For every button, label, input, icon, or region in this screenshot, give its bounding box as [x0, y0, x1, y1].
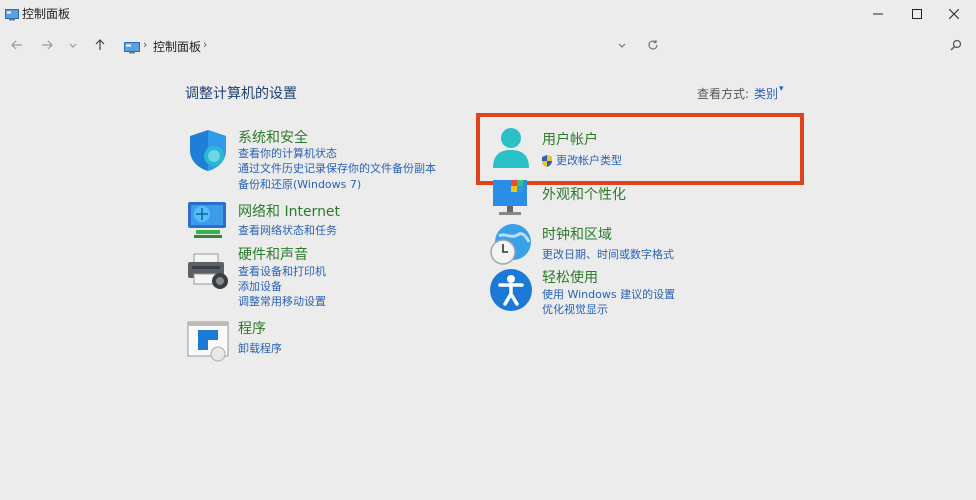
- maximize-icon: [912, 9, 922, 19]
- back-button[interactable]: [8, 36, 26, 54]
- arrow-up-icon: [95, 39, 105, 50]
- category-title-hardware-sound[interactable]: 硬件和声音: [238, 244, 308, 264]
- forward-button[interactable]: [38, 36, 56, 54]
- clock-globe-icon[interactable]: [489, 222, 533, 266]
- refresh-button[interactable]: [644, 36, 662, 54]
- link-mobility-settings[interactable]: 调整常用移动设置: [238, 293, 326, 309]
- category-title-system-security[interactable]: 系统和安全: [238, 127, 308, 147]
- user-icon[interactable]: [489, 126, 533, 170]
- up-button[interactable]: [91, 36, 109, 54]
- network-icon[interactable]: [186, 198, 230, 242]
- breadcrumb-separator[interactable]: ›: [203, 38, 207, 51]
- category-title-clock-region[interactable]: 时钟和区域: [542, 224, 612, 244]
- arrow-right-icon: [42, 40, 53, 50]
- link-devices-printers[interactable]: 查看设备和打印机: [238, 263, 326, 279]
- link-network-status[interactable]: 查看网络状态和任务: [238, 222, 337, 238]
- programs-icon[interactable]: [186, 320, 230, 364]
- search-icon: [950, 39, 962, 51]
- link-backup-restore[interactable]: 备份和还原(Windows 7): [238, 176, 361, 192]
- link-uninstall-program[interactable]: 卸载程序: [238, 340, 282, 356]
- link-windows-recommended-settings[interactable]: 使用 Windows 建议的设置: [542, 286, 675, 302]
- view-by-dropdown[interactable]: 类别: [754, 85, 778, 102]
- close-button[interactable]: [932, 0, 976, 28]
- category-title-ease-of-access[interactable]: 轻松使用: [542, 267, 598, 287]
- window-title: 控制面板: [22, 7, 71, 21]
- link-change-date-time-format[interactable]: 更改日期、时间或数字格式: [542, 246, 674, 262]
- close-icon: [949, 9, 959, 19]
- minimize-icon: [873, 13, 883, 15]
- chevron-down-icon: [69, 43, 77, 48]
- appearance-icon[interactable]: [489, 180, 533, 224]
- recent-locations-button[interactable]: [64, 36, 82, 54]
- accessibility-icon[interactable]: [489, 268, 533, 312]
- title-bar: 控制面板: [0, 0, 976, 28]
- chevron-down-icon: [618, 43, 626, 48]
- navigation-bar: › 控制面板 ›: [0, 30, 976, 60]
- category-title-network-internet[interactable]: 网络和 Internet: [238, 201, 340, 221]
- shield-icon[interactable]: [186, 128, 230, 172]
- control-panel-window: 控制面板 › 控制面板 › 调整计算机的设置 查看方式: 类别 ▾ 系统和安全 …: [0, 0, 976, 500]
- category-title-user-accounts[interactable]: 用户帐户: [542, 129, 598, 149]
- view-by-label: 查看方式:: [697, 87, 750, 101]
- link-optimize-visual-display[interactable]: 优化视觉显示: [542, 301, 608, 317]
- page-heading: 调整计算机的设置: [185, 86, 297, 102]
- control-panel-app-icon: [5, 6, 19, 21]
- uac-shield-icon: [541, 152, 553, 167]
- link-change-account-type[interactable]: 更改帐户类型: [556, 152, 622, 168]
- breadcrumb-control-panel[interactable]: 控制面板: [153, 38, 201, 55]
- link-view-computer-status[interactable]: 查看你的计算机状态: [238, 145, 337, 161]
- address-dropdown-button[interactable]: [613, 36, 631, 54]
- minimize-button[interactable]: [856, 0, 900, 28]
- category-title-programs[interactable]: 程序: [238, 318, 266, 338]
- link-add-device[interactable]: 添加设备: [238, 278, 282, 294]
- breadcrumb-separator: ›: [143, 38, 148, 51]
- arrow-left-icon: [11, 40, 22, 50]
- control-panel-location-icon: [124, 39, 140, 54]
- category-title-appearance[interactable]: 外观和个性化: [542, 184, 626, 204]
- printer-icon[interactable]: [186, 250, 230, 294]
- view-by-caret-icon[interactable]: ▾: [779, 84, 784, 94]
- search-button[interactable]: [947, 36, 965, 54]
- refresh-icon: [648, 40, 658, 50]
- link-file-history-backup[interactable]: 通过文件历史记录保存你的文件备份副本: [238, 160, 436, 176]
